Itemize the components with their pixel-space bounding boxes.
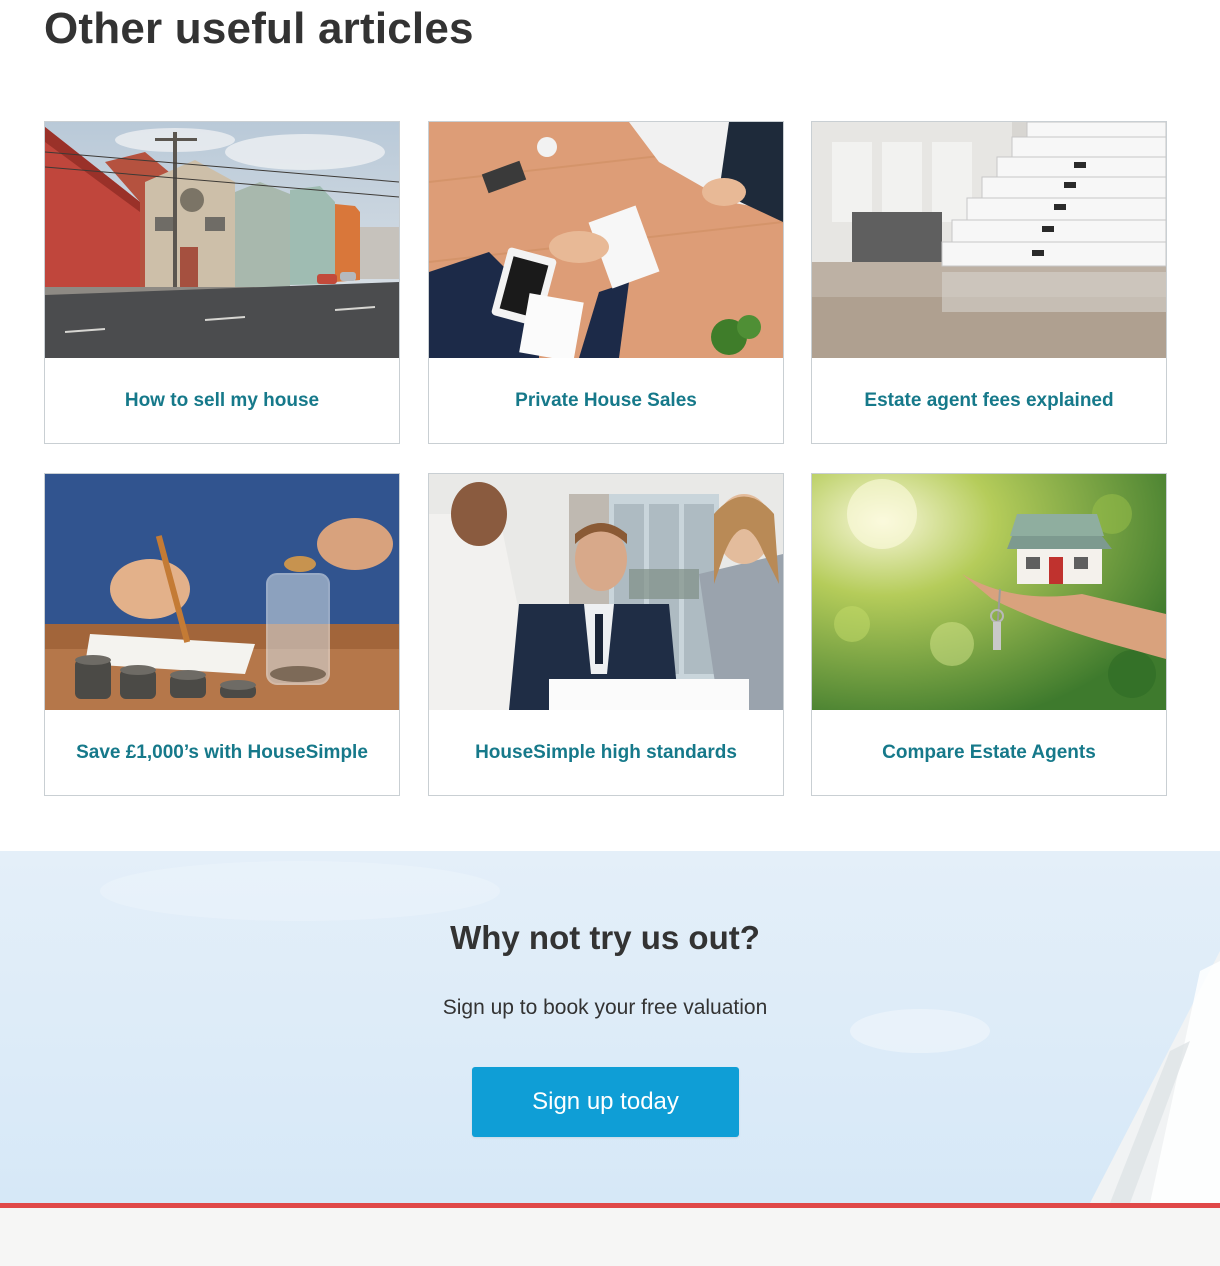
street-of-houses-image xyxy=(45,122,399,358)
article-card-how-to-sell[interactable]: How to sell my house xyxy=(44,121,400,444)
stacks-of-paperwork-image xyxy=(812,122,1166,358)
sign-up-button[interactable]: Sign up today xyxy=(472,1067,739,1137)
article-card-high-standards[interactable]: HouseSimple high standards xyxy=(428,473,784,796)
article-card-compare-agents[interactable]: Compare Estate Agents xyxy=(811,473,1167,796)
handshake-over-desk-image xyxy=(429,122,783,358)
cta-banner: Why not try us out? Sign up to book your… xyxy=(0,851,1220,1203)
article-title[interactable]: Estate agent fees explained xyxy=(812,358,1166,443)
section-title: Other useful articles xyxy=(44,4,474,53)
coins-in-jar-image xyxy=(45,474,399,710)
cta-heading: Why not try us out? xyxy=(450,919,760,956)
article-card-save-money[interactable]: Save £1,000’s with HouseSimple xyxy=(44,473,400,796)
footer xyxy=(0,1208,1220,1266)
article-title[interactable]: Save £1,000’s with HouseSimple xyxy=(45,710,399,795)
article-title[interactable]: Compare Estate Agents xyxy=(812,710,1166,795)
article-card-private-house-sales[interactable]: Private House Sales xyxy=(428,121,784,444)
article-title[interactable]: Private House Sales xyxy=(429,358,783,443)
article-title[interactable]: How to sell my house xyxy=(45,358,399,443)
article-card-estate-agent-fees[interactable]: Estate agent fees explained xyxy=(811,121,1167,444)
house-model-in-hand-image xyxy=(812,474,1166,710)
articles-grid: How to sell my house Private House Sales… xyxy=(44,121,1167,796)
article-title[interactable]: HouseSimple high standards xyxy=(429,710,783,795)
cta-subtext: Sign up to book your free valuation xyxy=(442,996,768,1019)
agent-meeting-image xyxy=(429,474,783,710)
sky-background-image xyxy=(100,861,1220,1203)
